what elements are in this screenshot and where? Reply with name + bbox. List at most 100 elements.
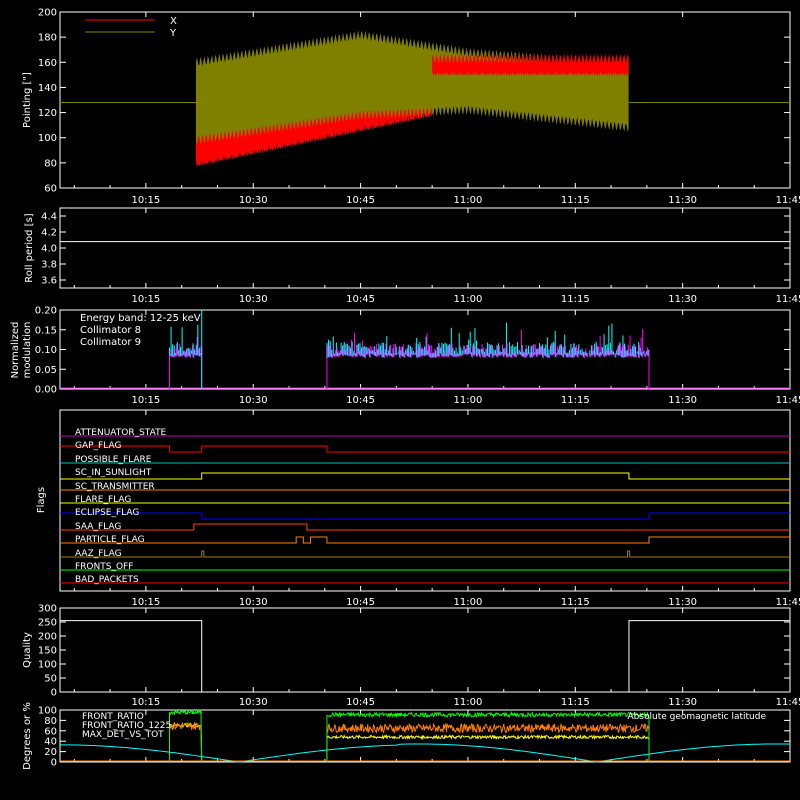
modulation-legend-label: Collimator 9 [80,337,141,348]
quality-xtick-label: 10:30 [239,697,268,708]
pointing-legend-label: X [170,16,177,27]
pointing-xtick-label: 10:30 [239,195,268,206]
modulation-xtick-label: 11:30 [668,395,697,406]
modulation-ytick-label: 0.20 [35,306,57,317]
flags-frame [59,409,791,592]
quality-ytick-label: 300 [38,604,57,615]
flag-line-saa_flag [60,523,790,531]
pointing-legend-label: Y [169,28,177,39]
ratios-ytick-label: 100 [38,706,57,717]
quality-ylabel: Quality [22,632,33,668]
modulation-xtick-label: 10:15 [131,395,160,406]
flags-ylabel: Flags [36,487,47,513]
modulation-legend-label: Collimator 8 [80,325,141,336]
flags-xtick-label: 10:45 [346,597,375,608]
modulation-xtick-label: 10:45 [346,395,375,406]
flags-xtick-label: 11:30 [668,597,697,608]
modulation-ytick-label: 0.10 [35,345,57,356]
pointing-ytick-label: 120 [38,108,57,119]
flag-label-flare_flag: FLARE_FLAG [75,495,131,505]
modulation-xtick-label: 11:00 [454,395,483,406]
flag-label-particle_flag: PARTICLE_FLAG [75,535,145,545]
pointing-ytick-label: 200 [38,8,57,19]
quality-ytick-label: 0 [51,688,57,699]
roll-xtick-label: 10:30 [239,294,268,305]
ratios-max-det-vs-tot-series [326,722,650,762]
flag-label-bad_packets: BAD_PACKETS [75,575,139,585]
pointing-ytick-label: 160 [38,58,57,69]
modulation-ytick-label: 0.15 [35,325,57,336]
quality-ytick-label: 50 [44,674,57,685]
roll-xtick-label: 10:45 [346,294,375,305]
flag-label-possible_flare: POSSIBLE_FLARE [75,455,152,465]
hessi-quicklook-chart: 608010012014016018020010:15 10:30 10:45 11:… [10,8,800,770]
flag-label-attenuator_state: ATTENUATOR_STATE [75,428,167,438]
modulation-ylabel-1: Normalized [10,322,21,379]
flag-label-aaz_flag: AAZ_FLAG [75,549,122,559]
pointing-xtick-label: 11:45 [776,195,800,206]
pointing-xtick-label: 11:00 [454,195,483,206]
modulation-ylabel-2: modulation [22,322,33,379]
ratios-ytick-label: 40 [44,737,57,748]
flag-line-particle_flag [60,536,790,544]
flags-xtick-label: 10:15 [131,597,160,608]
roll-ytick-label: 4.0 [41,244,57,255]
flag-label-gap_flag: GAP_FLAG [75,441,121,451]
flags-xtick-label: 11:00 [454,597,483,608]
roll-xtick-label: 11:15 [561,294,590,305]
pointing-xtick-label: 10:45 [346,195,375,206]
flags-xtick-label: 10:30 [239,597,268,608]
quality-ytick-label: 150 [38,646,57,657]
flag-label-eclipse_flag: ECLIPSE_FLAG [75,508,139,518]
roll-ytick-label: 3.6 [41,276,57,287]
pointing-ytick-label: 100 [38,133,57,144]
modulation-energy-label: Energy band: 12-25 keV [80,313,201,324]
modulation-ytick-label: 0.05 [35,365,57,376]
ratios-ytick-label: 60 [44,726,57,737]
roll-xtick-label: 10:15 [131,294,160,305]
quality-xtick-label: 10:45 [346,697,375,708]
roll-xtick-label: 11:30 [668,294,697,305]
pointing-ylabel: Pointing ["] [22,72,33,128]
roll-ytick-label: 4.4 [41,212,57,223]
quality-ytick-label: 100 [38,660,57,671]
ratios-ytick-label: 20 [44,747,57,758]
quality-xtick-label: 11:30 [668,697,697,708]
pointing-ytick-label: 60 [44,184,57,195]
flag-line-aaz_flag [60,550,790,558]
roll-xtick-label: 11:45 [776,294,800,305]
quality-series [60,620,790,693]
ratios-ylabel: Degrees or % [22,702,33,770]
quality-xtick-label: 11:45 [776,697,800,708]
flag-label-sc_in_sunlight: SC_IN_SUNLIGHT [75,468,152,478]
pointing-ytick-label: 140 [38,83,57,94]
pointing-xtick-label: 10:15 [131,195,160,206]
ratios-front-ratio-series [326,733,650,762]
pointing-xtick-label: 11:15 [561,195,590,206]
quality-ytick-label: 250 [38,618,57,629]
modulation-ytick-label: 0.00 [35,385,57,396]
quality-xtick-label: 10:15 [131,697,160,708]
pointing-xtick-label: 11:30 [668,195,697,206]
flag-line-eclipse_flag [60,512,790,520]
ratios-ytick-label: 0 [51,758,57,769]
quality-xtick-label: 11:00 [454,697,483,708]
roll-frame [59,207,791,289]
flag-line-gap_flag [60,445,790,453]
roll-ytick-label: 4.2 [41,228,57,239]
roll-ylabel: Roll period [s] [24,213,35,282]
roll-ytick-label: 3.8 [41,260,57,271]
pointing-ytick-label: 180 [38,33,57,44]
ratios-legend-label: MAX_DET_VS_TOT [82,730,164,740]
flags-xtick-label: 11:45 [776,597,800,608]
flag-label-fronts_off: FRONTS_OFF [75,562,133,572]
ratios-ytick-label: 80 [44,716,57,727]
modulation-xtick-label: 11:45 [776,395,800,406]
pointing-y-series [195,30,629,145]
modulation-xtick-label: 11:15 [561,395,590,406]
roll-xtick-label: 11:00 [454,294,483,305]
ratios-geomagnetic-label: Absolute geomagnetic latitude [627,712,766,722]
quality-ytick-label: 200 [38,632,57,643]
flags-xtick-label: 11:15 [561,597,590,608]
flag-label-saa_flag: SAA_FLAG [75,522,121,532]
